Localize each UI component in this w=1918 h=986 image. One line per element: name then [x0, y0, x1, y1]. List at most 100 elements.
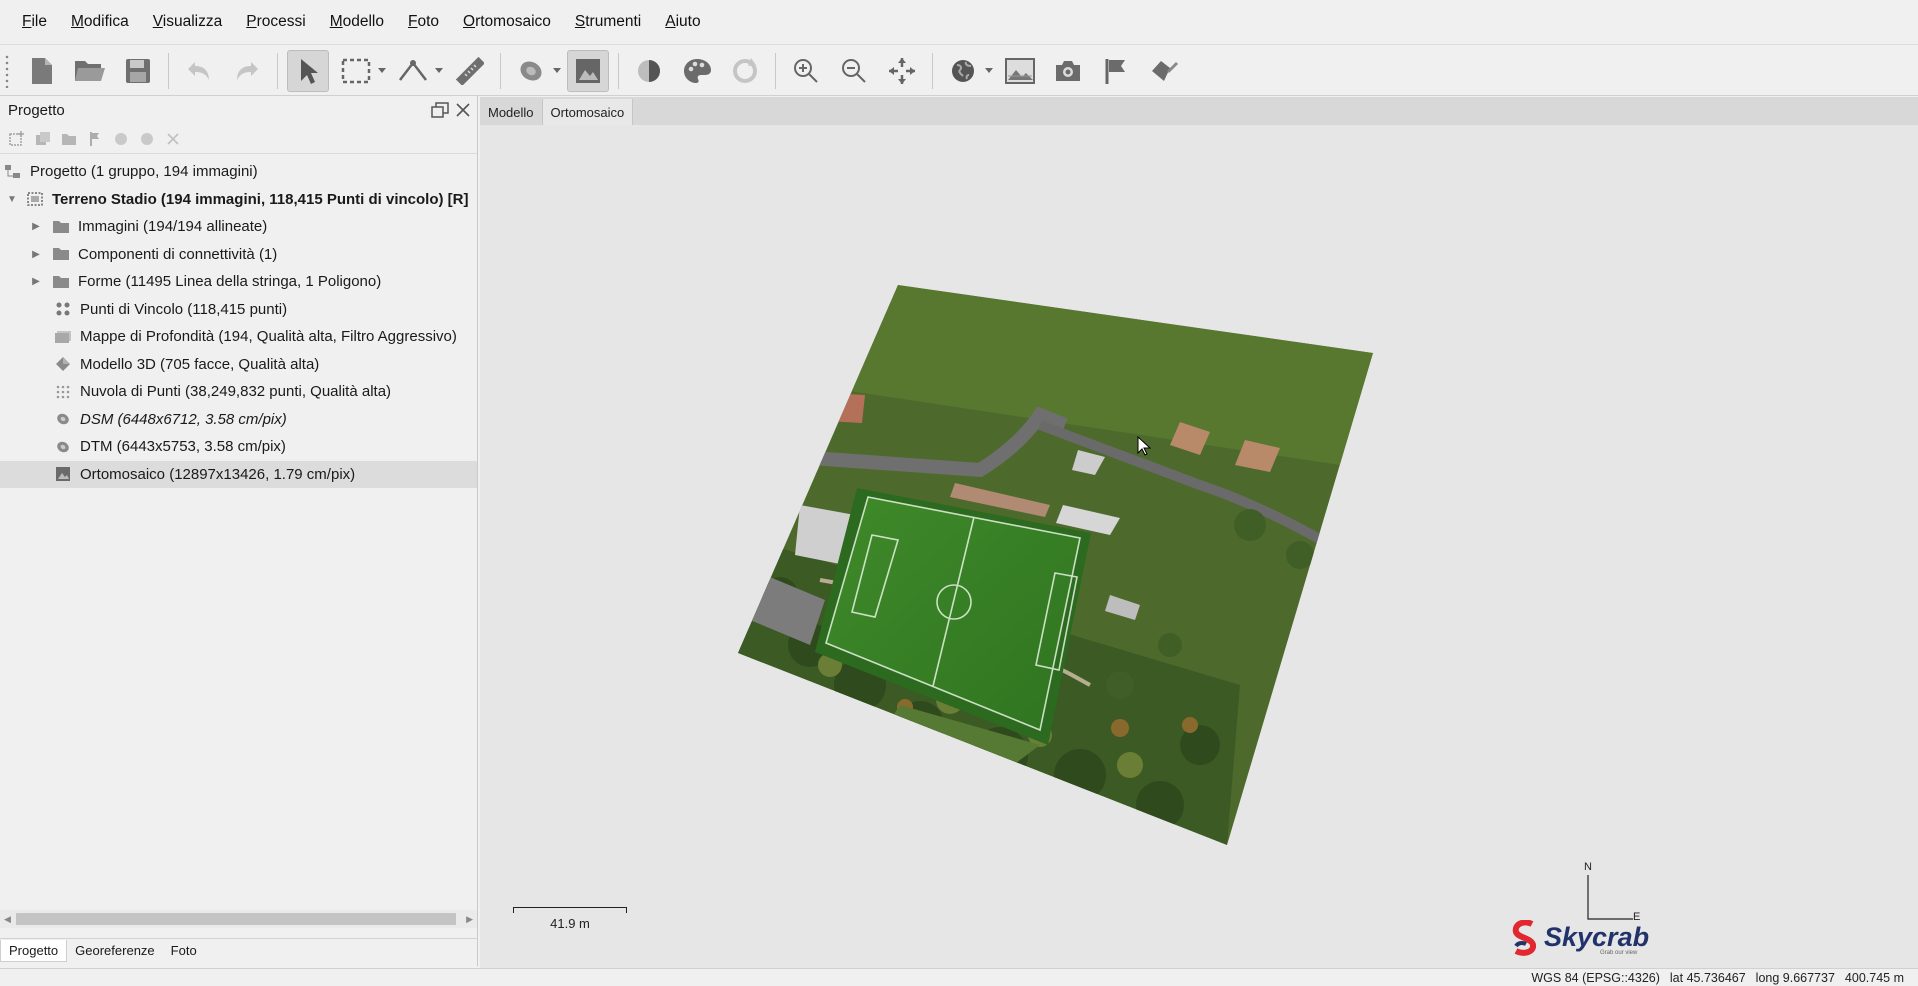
palette-icon [684, 58, 711, 83]
add-folder-button[interactable] [60, 130, 78, 148]
tree-item-orthomosaic[interactable]: Ortomosaico (12897x13426, 1.79 cm/pix) [0, 460, 477, 488]
expand-arrow-icon[interactable]: ▶ [28, 221, 44, 232]
zoom-in-button[interactable] [785, 50, 827, 92]
tree-item-depth-maps[interactable]: Mappe di Profondità (194, Qualità alta, … [0, 323, 477, 351]
tree-item-chunk[interactable]: ▼ Terreno Stadio (194 immagini, 118,415 … [0, 186, 477, 214]
toolbar-grip[interactable] [4, 53, 10, 88]
ruler-icon [456, 56, 484, 85]
status-longitude: long 9.667737 [1755, 970, 1835, 985]
tree-item-shapes[interactable]: ▶ Forme (11495 Linea della stringa, 1 Po… [0, 268, 477, 296]
expand-arrow-icon[interactable]: ▶ [28, 249, 44, 260]
tree-item-point-cloud[interactable]: Nuvola di Punti (38,249,832 punti, Quali… [0, 378, 477, 406]
basemap-dropdown[interactable] [984, 50, 994, 92]
remove-icon [167, 132, 179, 145]
remove-button[interactable] [164, 130, 182, 148]
enable-button[interactable] [112, 130, 130, 148]
navigation-tool-button[interactable] [287, 49, 329, 92]
open-project-button[interactable] [69, 50, 111, 92]
folder-icon [52, 274, 70, 290]
expand-arrow-icon[interactable]: ▶ [28, 276, 44, 287]
image-overlay-button[interactable] [999, 50, 1041, 92]
new-project-button[interactable] [21, 50, 63, 92]
menu-file[interactable]: File [10, 13, 59, 31]
scale-bar: 41.9 m [513, 907, 627, 931]
axes-icon [1587, 875, 1633, 920]
mouse-cursor-icon [1137, 436, 1151, 456]
tree-item-model[interactable]: Modello 3D (705 facce, Qualità alta) [0, 351, 477, 379]
dem-button[interactable] [510, 50, 552, 92]
disable-button[interactable] [138, 130, 156, 148]
dropdown-arrow-icon [553, 68, 561, 73]
toolbar-separator [500, 52, 501, 89]
tab-modello[interactable]: Modello [480, 99, 543, 125]
folder-icon [52, 246, 70, 262]
project-panel-header: Progetto [0, 96, 477, 124]
dtm-icon [54, 439, 72, 455]
markers-button[interactable] [1095, 50, 1137, 92]
menu-aiuto[interactable]: Aiuto [653, 13, 712, 31]
shapes-button[interactable] [1143, 50, 1185, 92]
tab-ortomosaico[interactable]: Ortomosaico [542, 99, 634, 125]
menu-visualizza[interactable]: Visualizza [141, 13, 235, 31]
project-tree-scrollbar[interactable]: ◀ ▶ [0, 910, 477, 928]
globe-button[interactable] [942, 50, 984, 92]
tree-item-project[interactable]: Progetto (1 gruppo, 194 immagini) [0, 158, 477, 186]
tab-georeferenze[interactable]: Georeferenze [67, 940, 163, 961]
tab-foto[interactable]: Foto [163, 940, 205, 961]
scrollbar-thumb[interactable] [16, 913, 456, 925]
tree-label: Punti di Vincolo (118,415 punti) [80, 300, 288, 318]
tree-label: Componenti di connettività (1) [78, 245, 278, 263]
redo-icon [237, 61, 258, 80]
reset-view-button[interactable] [881, 50, 923, 92]
status-altitude: 400.745 m [1844, 970, 1904, 985]
tree-item-dsm[interactable]: DSM (6448x6712, 3.58 cm/pix) [0, 406, 477, 434]
close-icon[interactable] [455, 102, 471, 118]
undo-icon [188, 61, 209, 80]
menu-strumenti[interactable]: Strumenti [563, 13, 653, 31]
status-bar: WGS 84 (EPSG::4326) lat 45.736467 long 9… [0, 968, 1918, 986]
collapse-arrow-icon[interactable]: ▼ [4, 194, 20, 205]
tree-item-tie-points[interactable]: Punti di Vincolo (118,415 punti) [0, 296, 477, 324]
add-photos-button[interactable] [34, 130, 52, 148]
undock-icon[interactable] [431, 102, 449, 118]
capture-view-button[interactable] [1047, 50, 1089, 92]
undo-button[interactable] [178, 50, 220, 92]
add-chunk-button[interactable] [8, 130, 26, 148]
tree-item-dtm[interactable]: DTM (6443x5753, 3.58 cm/pix) [0, 433, 477, 461]
menu-foto[interactable]: Foto [396, 13, 451, 31]
scroll-left-icon[interactable]: ◀ [4, 914, 11, 925]
menu-ortomosaico[interactable]: Ortomosaico [451, 13, 563, 31]
tree-label: DTM (6443x5753, 3.58 cm/pix) [80, 438, 286, 456]
dem-dropdown[interactable] [552, 50, 562, 92]
refresh-button[interactable] [724, 50, 766, 92]
ruler-button[interactable] [449, 50, 491, 92]
save-button[interactable] [117, 50, 159, 92]
orthomosaic-image [738, 285, 1373, 845]
rectangle-selection-button[interactable] [335, 50, 377, 92]
orthomosaic-view-button[interactable] [567, 49, 609, 92]
brightness-button[interactable] [628, 50, 670, 92]
zoom-out-button[interactable] [833, 50, 875, 92]
tree-label: DSM (6448x6712, 3.58 cm/pix) [80, 410, 287, 428]
skycrab-logo: Skycrab Grab our view [1510, 920, 1650, 960]
orthomosaic-viewport[interactable]: 41.9 m N E Skycrab Grab our view [480, 125, 1918, 968]
redo-button[interactable] [226, 50, 268, 92]
color-palette-button[interactable] [676, 50, 718, 92]
draw-polyline-button[interactable] [392, 50, 434, 92]
tree-item-components[interactable]: ▶ Componenti di connettività (1) [0, 241, 477, 269]
tab-progetto[interactable]: Progetto [0, 939, 68, 962]
add-marker-button[interactable] [86, 130, 104, 148]
camera-icon [1056, 60, 1080, 81]
dropdown-arrow-icon [378, 68, 386, 73]
refresh-icon [733, 57, 757, 83]
menu-modello[interactable]: Modello [318, 13, 396, 31]
selection-dropdown[interactable] [377, 50, 387, 92]
menu-modifica[interactable]: Modifica [59, 13, 141, 31]
scale-bar-line [513, 907, 627, 913]
draw-dropdown[interactable] [434, 50, 444, 92]
folder-open-icon [75, 60, 105, 81]
scroll-right-icon[interactable]: ▶ [466, 914, 473, 925]
tree-item-images[interactable]: ▶ Immagini (194/194 allineate) [0, 213, 477, 241]
menu-processi[interactable]: Processi [234, 13, 317, 31]
dsm-icon [54, 411, 72, 427]
